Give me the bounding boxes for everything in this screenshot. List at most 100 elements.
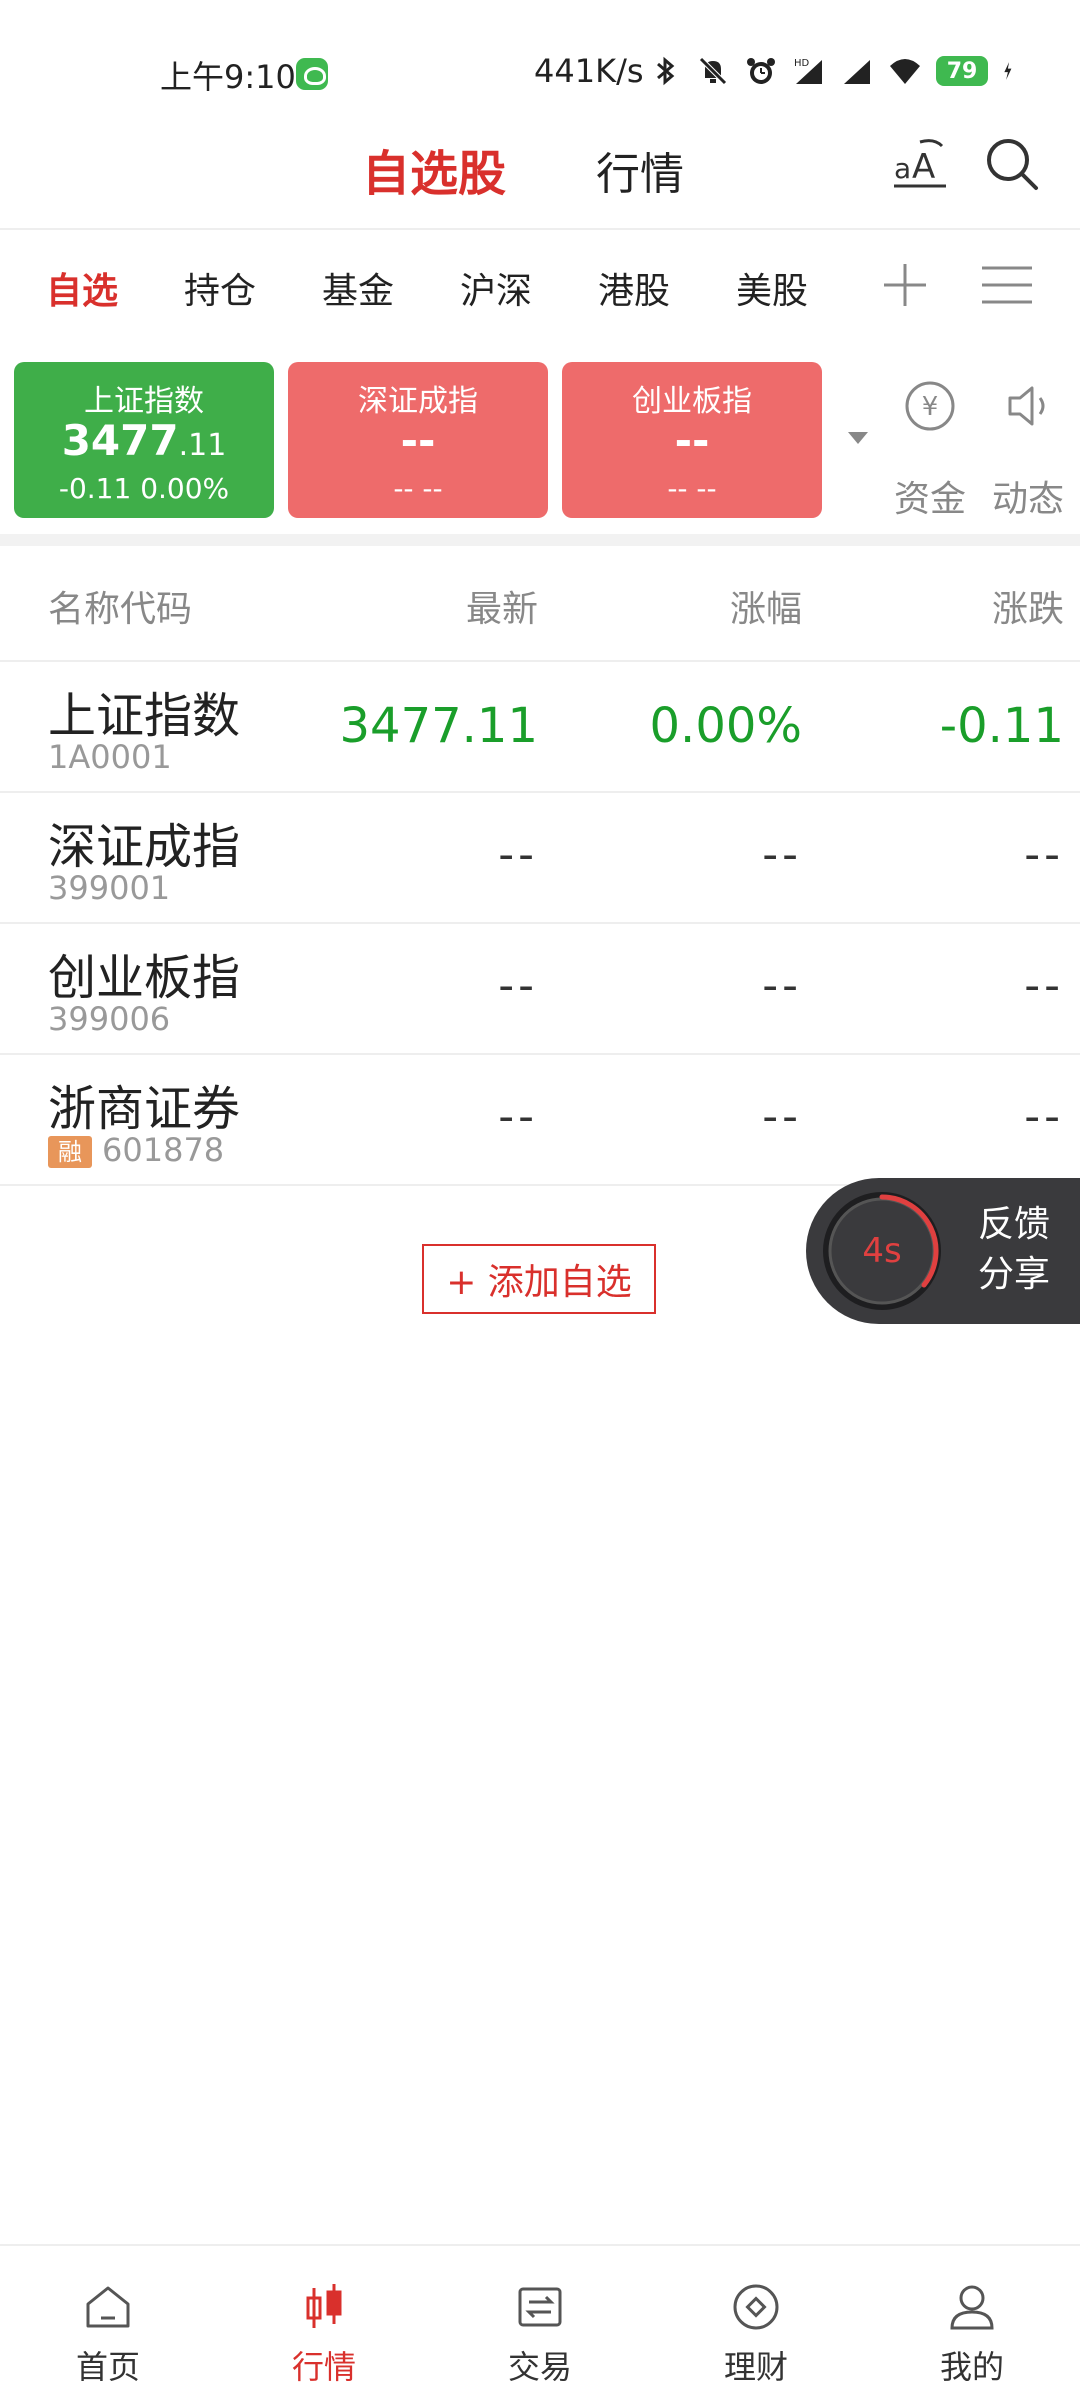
- change-amount: -0.11: [939, 698, 1064, 754]
- news-button[interactable]: 动态: [980, 378, 1076, 520]
- change-pct: 0.00%: [649, 698, 802, 754]
- wealth-icon: [733, 2284, 779, 2330]
- exchange-icon: [518, 2287, 562, 2327]
- yuan-icon: ¥: [905, 381, 955, 431]
- change-amount: --: [1024, 1091, 1064, 1142]
- svg-text:A: A: [912, 147, 935, 187]
- card-value-int: 3477: [61, 416, 179, 465]
- search-icon[interactable]: [982, 134, 1042, 194]
- top-header: 自选股 行情 a A: [0, 110, 1080, 230]
- card-value: 3477.11: [14, 416, 274, 465]
- stock-code: 399006: [48, 1000, 171, 1038]
- svg-text:¥: ¥: [922, 392, 939, 422]
- tab-sh-sz[interactable]: 沪深: [460, 262, 532, 314]
- card-name: 上证指数: [84, 384, 204, 419]
- caret-down-icon[interactable]: [848, 432, 868, 444]
- candlestick-icon: [306, 2284, 342, 2328]
- latest-price: --: [498, 1091, 538, 1142]
- bluetooth-icon: [657, 56, 675, 86]
- stock-name: 上证指数: [48, 688, 241, 744]
- nav-label: 我的: [939, 2348, 1004, 2386]
- alarm-icon: [747, 58, 775, 84]
- tab-market[interactable]: 行情: [596, 138, 684, 202]
- index-cards: 上证指数 3477.11 -0.11 0.00% 深证成指 -- -- -- 创…: [0, 360, 1080, 520]
- card-name: 深证成指: [358, 384, 478, 419]
- tab-hk[interactable]: 港股: [598, 262, 670, 314]
- plus-icon[interactable]: [880, 260, 930, 310]
- section-divider: [0, 534, 1080, 546]
- column-header-pct[interactable]: 涨幅: [730, 580, 802, 632]
- table-header: 名称代码 最新 涨幅 涨跌: [0, 546, 1080, 662]
- svg-text:a: a: [894, 152, 911, 185]
- stock-name: 深证成指: [48, 819, 241, 875]
- card-value-int: --: [400, 416, 436, 465]
- card-value-int: --: [674, 416, 710, 465]
- index-card-shanghai[interactable]: 上证指数 3477.11 -0.11 0.00%: [14, 362, 274, 518]
- nav-label: 首页: [75, 2348, 140, 2386]
- change-amount: --: [1024, 829, 1064, 880]
- home-icon: [86, 2286, 130, 2328]
- table-row[interactable]: 创业板指 399006 -- -- --: [0, 924, 1080, 1055]
- stock-name: 创业板指: [48, 950, 241, 1006]
- nav-label: 交易: [507, 2348, 572, 2386]
- charging-icon: [1004, 62, 1012, 80]
- feedback-label: 反馈 分享: [978, 1200, 1050, 1300]
- nav-market[interactable]: 行情: [216, 2246, 432, 2400]
- status-net-speed: 441K/s: [534, 52, 644, 90]
- latest-price: --: [498, 829, 538, 880]
- nav-label: 理财: [723, 2348, 788, 2386]
- table-row[interactable]: 浙商证券 融 601878 -- -- --: [0, 1055, 1080, 1186]
- wifi-icon: [890, 59, 920, 84]
- column-header-change[interactable]: 涨跌: [992, 580, 1064, 632]
- stock-name: 浙商证券: [48, 1081, 241, 1137]
- card-change: -0.11 0.00%: [58, 472, 230, 505]
- nav-trade[interactable]: 交易: [432, 2246, 648, 2400]
- add-watchlist-button[interactable]: + 添加自选: [422, 1244, 656, 1314]
- nav-wealth[interactable]: 理财: [648, 2246, 864, 2400]
- status-icons: HD 79: [648, 54, 1022, 88]
- stock-code: 601878: [102, 1131, 225, 1169]
- feedback-line1: 反馈: [978, 1204, 1051, 1245]
- tab-funds[interactable]: 基金: [322, 262, 394, 314]
- card-value-dec: .11: [178, 428, 227, 463]
- nav-profile[interactable]: 我的: [864, 2246, 1080, 2400]
- bottom-nav: 首页 行情 交易 理财 我的: [0, 2244, 1080, 2400]
- table-row[interactable]: 深证成指 399001 -- -- --: [0, 793, 1080, 924]
- table-row[interactable]: 上证指数 1A0001 3477.11 0.00% -0.11: [0, 662, 1080, 793]
- stock-code: 1A0001: [48, 738, 172, 776]
- card-change: -- --: [667, 472, 717, 505]
- stock-code-with-badge: 融 601878: [48, 1131, 224, 1169]
- stock-code: 399001: [48, 869, 171, 907]
- feedback-line2: 分享: [978, 1254, 1051, 1295]
- column-header-name[interactable]: 名称代码: [48, 580, 192, 632]
- funds-label: 资金: [893, 479, 966, 520]
- tab-watchlist[interactable]: 自选股: [362, 134, 506, 204]
- menu-icon[interactable]: [980, 262, 1034, 308]
- index-card-shenzhen[interactable]: 深证成指 -- -- --: [288, 362, 548, 518]
- change-pct: --: [762, 1091, 802, 1142]
- user-icon: [950, 2285, 994, 2330]
- svg-text:HD: HD: [794, 58, 810, 69]
- tab-favorites[interactable]: 自选: [46, 262, 118, 314]
- nav-label: 行情: [291, 2348, 356, 2386]
- margin-badge: 融: [48, 1136, 92, 1168]
- tab-holdings[interactable]: 持仓: [184, 262, 256, 314]
- signal-icon: [844, 60, 870, 84]
- index-card-chinext[interactable]: 创业板指 -- -- --: [562, 362, 822, 518]
- nav-home[interactable]: 首页: [0, 2246, 216, 2400]
- column-header-latest[interactable]: 最新: [466, 580, 538, 632]
- card-value: --: [562, 416, 822, 465]
- funds-button[interactable]: ¥ 资金: [882, 378, 978, 520]
- news-label: 动态: [991, 479, 1064, 520]
- battery-icon: 79: [936, 56, 988, 86]
- latest-price: 3477.11: [339, 698, 539, 754]
- card-value: --: [288, 416, 548, 465]
- mute-bell-icon: [699, 57, 727, 85]
- category-tabs: 自选 持仓 基金 沪深 港股 美股: [0, 232, 1080, 344]
- countdown-timer: 4s: [862, 1231, 902, 1271]
- feedback-share-widget[interactable]: 4s 反馈 分享: [806, 1178, 1080, 1324]
- font-size-icon[interactable]: a A: [890, 134, 950, 194]
- hd-signal-icon: HD: [794, 58, 822, 84]
- speaker-icon: [1008, 386, 1045, 426]
- tab-us[interactable]: 美股: [736, 262, 808, 314]
